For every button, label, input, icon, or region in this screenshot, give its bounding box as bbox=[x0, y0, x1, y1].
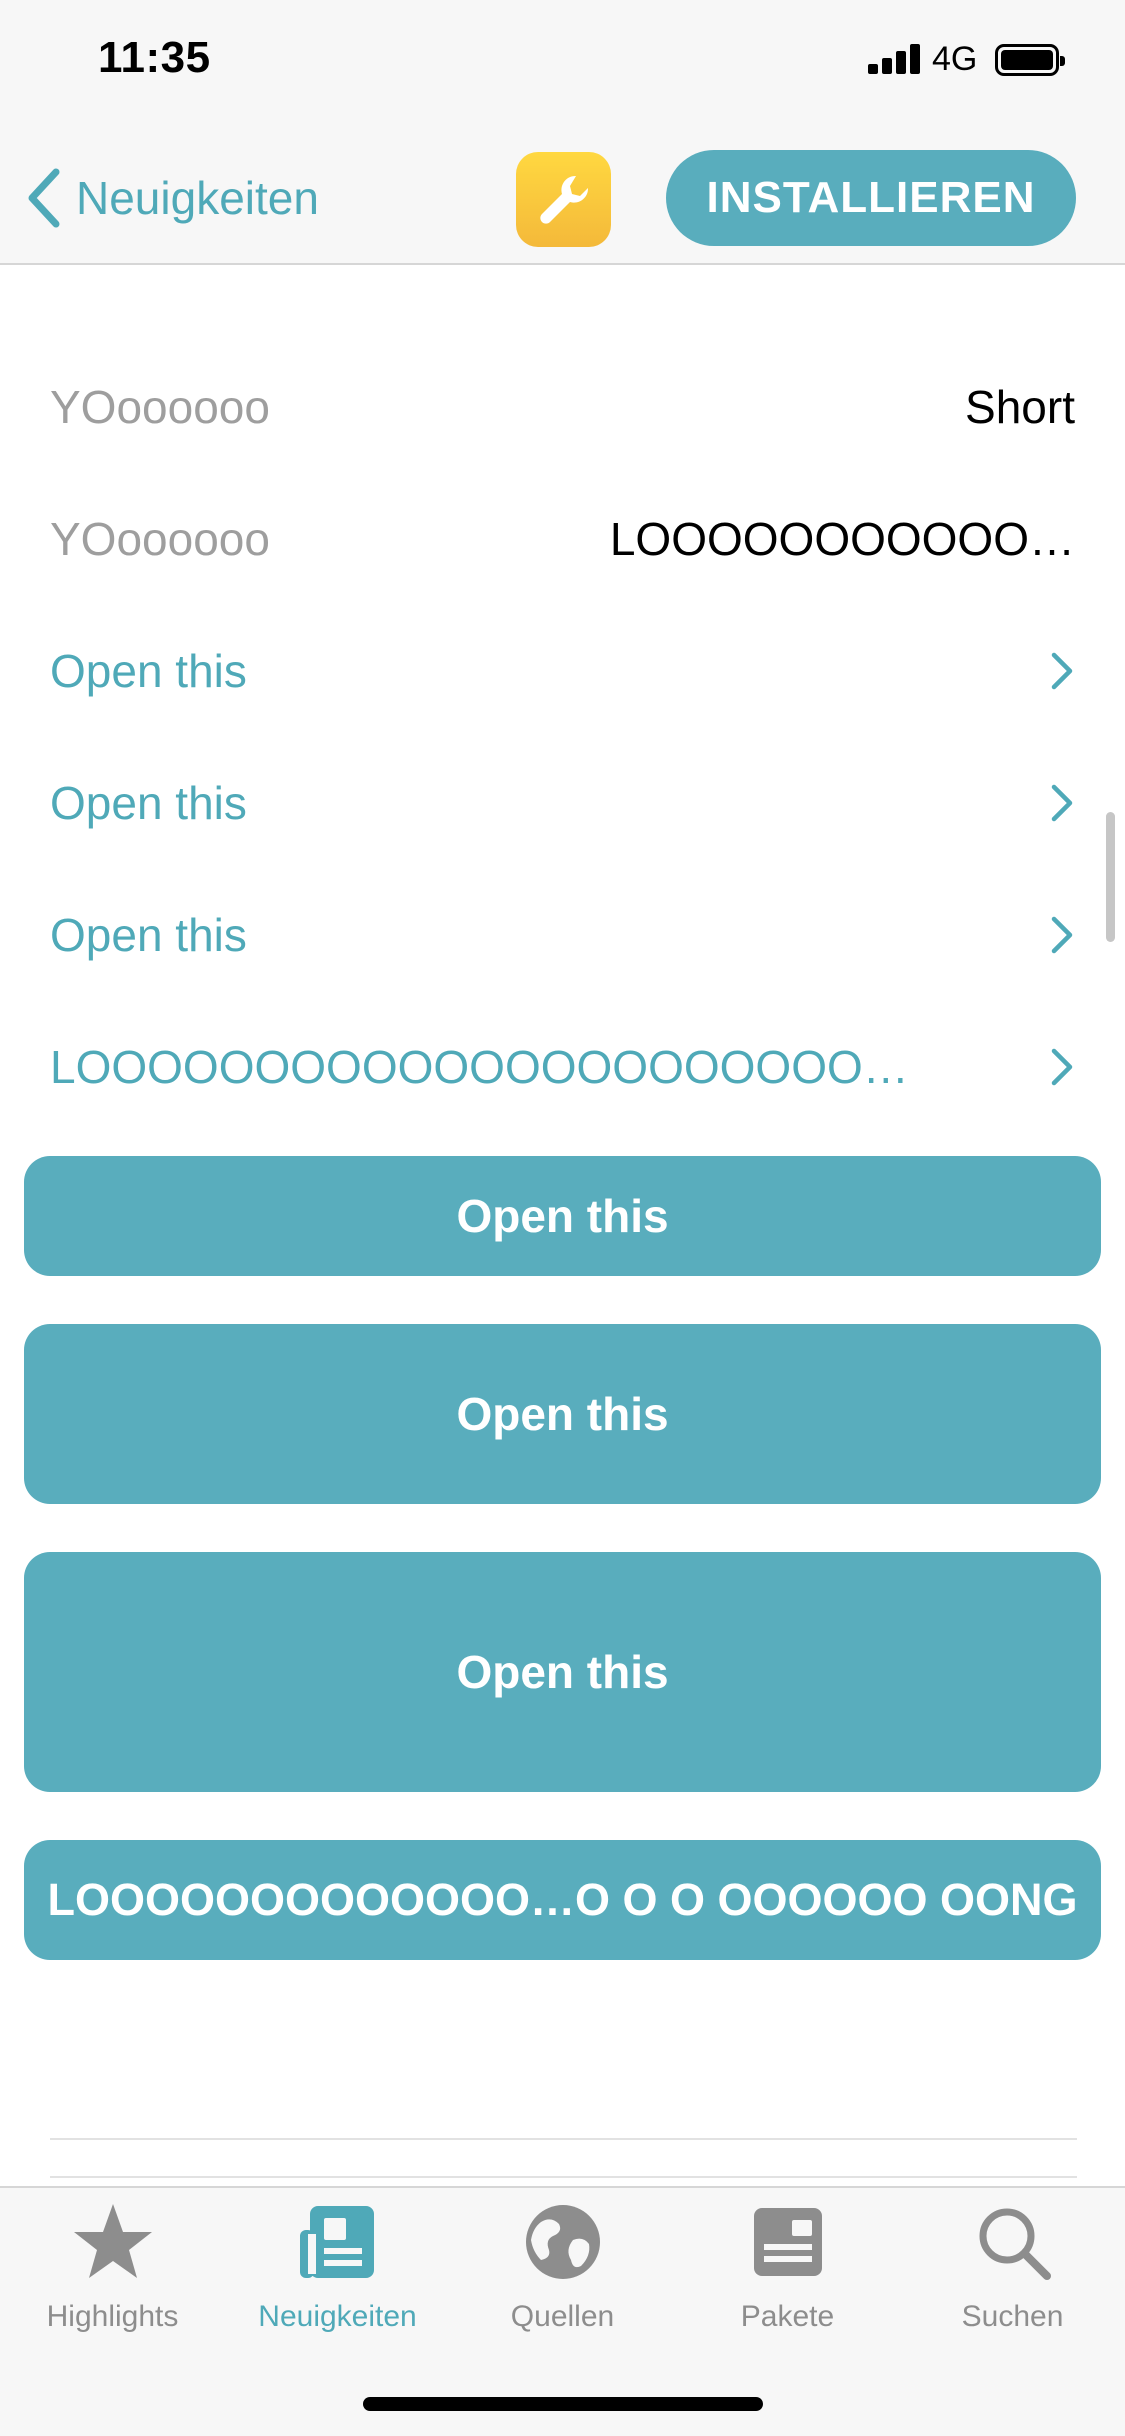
open-button[interactable]: Open this bbox=[24, 1552, 1101, 1792]
tab-label: Neuigkeiten bbox=[258, 2300, 417, 2333]
navigation-bar: Neuigkeiten INSTALLIEREN bbox=[0, 120, 1125, 265]
screen: 11:35 4G Neuigkeiten INSTALLIEREN YOoooo… bbox=[0, 0, 1125, 2436]
link-row[interactable]: LOOOOOOOOOOOOOOOOOOOOOO… bbox=[50, 1001, 1075, 1133]
news-icon bbox=[296, 2200, 380, 2284]
info-row-key: YOoooooo bbox=[50, 381, 270, 433]
tab-pakete[interactable]: Pakete bbox=[675, 2200, 900, 2350]
globe-icon bbox=[521, 2200, 605, 2284]
link-row[interactable]: Open this bbox=[50, 869, 1075, 1001]
cellular-signal-icon bbox=[868, 44, 920, 74]
link-row[interactable]: Open this bbox=[50, 737, 1075, 869]
chevron-right-icon bbox=[1051, 1048, 1073, 1086]
home-indicator[interactable] bbox=[363, 2397, 763, 2411]
open-button[interactable]: Open this bbox=[24, 1324, 1101, 1504]
tab-suchen[interactable]: Suchen bbox=[900, 2200, 1125, 2350]
chevron-right-icon bbox=[1051, 916, 1073, 954]
package-icon bbox=[746, 2200, 830, 2284]
chevron-right-icon bbox=[1051, 784, 1073, 822]
tab-label: Suchen bbox=[961, 2300, 1064, 2333]
info-row-value: Short bbox=[965, 381, 1075, 433]
link-row-label: Open this bbox=[50, 909, 247, 961]
tab-neuigkeiten[interactable]: Neuigkeiten bbox=[225, 2200, 450, 2350]
status-bar: 11:35 4G bbox=[0, 0, 1125, 120]
chevron-left-icon bbox=[28, 168, 60, 228]
info-row-key: YOoooooo bbox=[50, 513, 270, 565]
wrench-icon bbox=[516, 152, 611, 247]
install-button[interactable]: INSTALLIEREN bbox=[666, 150, 1076, 246]
link-row-label: LOOOOOOOOOOOOOOOOOOOOOO… bbox=[50, 1041, 909, 1093]
info-row: YOoooooo LOOOOOOOOOOO… bbox=[50, 473, 1075, 605]
info-row: YOoooooo Short bbox=[50, 341, 1075, 473]
tab-highlights[interactable]: Highlights bbox=[0, 2200, 225, 2350]
divider bbox=[50, 2176, 1077, 2178]
info-row-value: LOOOOOOOOOOO… bbox=[609, 513, 1075, 565]
link-row-label: Open this bbox=[50, 645, 247, 697]
status-time: 11:35 bbox=[98, 33, 211, 82]
link-row-label: Open this bbox=[50, 777, 247, 829]
tab-label: Highlights bbox=[46, 2300, 179, 2333]
back-label: Neuigkeiten bbox=[76, 172, 319, 224]
tab-label: Pakete bbox=[740, 2300, 835, 2333]
divider bbox=[50, 2138, 1077, 2140]
tab-label: Quellen bbox=[510, 2300, 615, 2333]
tab-quellen[interactable]: Quellen bbox=[450, 2200, 675, 2350]
scroll-indicator[interactable] bbox=[1106, 812, 1115, 942]
back-button[interactable]: Neuigkeiten bbox=[24, 168, 319, 228]
open-button[interactable]: Open this bbox=[24, 1156, 1101, 1276]
long-label-button[interactable]: LOOOOOOOOOOOOO…O O O OOOOOO OONG bbox=[24, 1840, 1101, 1960]
network-type: 4G bbox=[932, 40, 978, 78]
star-icon bbox=[71, 2200, 155, 2284]
search-icon bbox=[971, 2200, 1055, 2284]
battery-icon bbox=[995, 44, 1065, 76]
chevron-right-icon bbox=[1051, 652, 1073, 690]
link-row[interactable]: Open this bbox=[50, 605, 1075, 737]
